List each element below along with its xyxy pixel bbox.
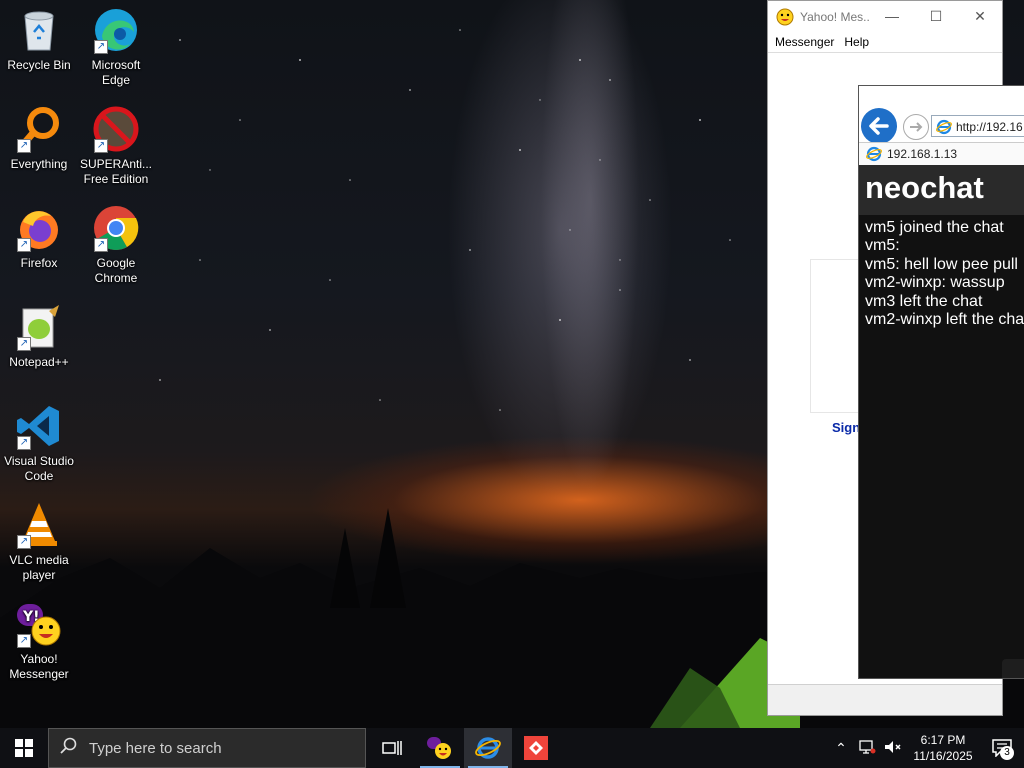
desktop-icon-label: Recycle Bin [7, 58, 71, 72]
desktop-icon-label: SUPERAnti... Free Edition [79, 157, 153, 186]
back-arrow-icon [869, 117, 889, 135]
desktop-icon-label: Yahoo! Messenger [9, 652, 69, 681]
chat-message: vm2-winxp left the cha [865, 311, 1024, 329]
tab-title: 192.168.1.13 [887, 147, 958, 161]
desktop-icon-label: Google Chrome [94, 256, 138, 285]
sign-in-link[interactable]: Sign [832, 420, 860, 435]
tab-strip: 192.168.1.13 [859, 142, 1024, 166]
volume-muted-icon[interactable] [880, 739, 906, 758]
search-placeholder: Type here to search [89, 739, 222, 757]
ie-icon [475, 737, 501, 759]
window-footer [768, 684, 1002, 715]
neochat-page: neochat vm5 joined the chat vm5: vm5: he… [859, 165, 1024, 678]
desktop-icon-superantispyware[interactable]: ↗ SUPERAnti... Free Edition [78, 105, 154, 187]
taskbar-yahoo-messenger[interactable] [416, 728, 464, 768]
desktop-icon-label: Everything [10, 157, 68, 171]
yahoo-messenger-icon [427, 737, 451, 759]
browser-navbar: http://192.16 [859, 86, 1024, 144]
clock-time: 6:17 PM [920, 733, 966, 747]
address-text: http://192.16 [956, 120, 1023, 134]
desktop-icon-recycle-bin[interactable]: Recycle Bin [1, 6, 77, 73]
desktop-icon-firefox[interactable]: ↗ Firefox [1, 204, 77, 271]
clock-date: 11/16/2025 [913, 749, 973, 763]
recycle-bin-icon [24, 11, 54, 51]
chat-message: vm5 joined the chat [865, 219, 1004, 236]
menu-help[interactable]: Help [839, 35, 874, 49]
internet-explorer-window[interactable]: http://192.16 192.168.1.13 neochat vm5 j… [858, 85, 1024, 679]
task-view-icon [382, 741, 402, 755]
action-center-button[interactable]: 3 [980, 728, 1024, 768]
back-button[interactable] [861, 108, 897, 144]
taskbar: Type here to search ⌃ 6:17 PM 11/16/2025 [0, 728, 1024, 768]
chat-message: vm2-winxp: wassup [865, 274, 1005, 292]
taskbar-internet-explorer[interactable] [464, 728, 512, 768]
anydesk-icon [524, 736, 548, 760]
forward-arrow-icon [910, 122, 923, 132]
desktop-icon-yahoo-messenger[interactable]: Y! ↗ Yahoo! Messenger [1, 600, 77, 682]
maximize-button[interactable]: ☐ [914, 1, 958, 32]
menu-bar: Messenger Help [768, 32, 1002, 53]
forward-button[interactable] [903, 114, 929, 140]
address-bar[interactable]: http://192.16 [931, 115, 1024, 137]
browser-tab[interactable]: 192.168.1.13 [861, 143, 1024, 165]
window-title: Yahoo! Mes... [800, 9, 870, 24]
clock[interactable]: 6:17 PM 11/16/2025 [906, 732, 980, 764]
desktop-icon-notepadpp[interactable]: ↗ Notepad++ [1, 303, 77, 370]
ie-icon [936, 119, 952, 135]
page-title: neochat [859, 165, 1024, 215]
desktop-icon-label: Microsoft Edge [91, 58, 141, 87]
desktop-icon-vlc[interactable]: ↗ VLC media player [1, 501, 77, 583]
chat-message: vm5: hell low pee pull [865, 255, 1018, 273]
chevron-up-icon[interactable]: ⌃ [828, 740, 854, 757]
desktop-icon-label: VLC media player [9, 553, 69, 582]
ie-icon [866, 146, 882, 162]
chat-message: vm5: [865, 237, 900, 255]
search-icon [49, 737, 89, 759]
desktop-icon-everything[interactable]: ↗ Everything [1, 105, 77, 172]
desktop-icon-google-chrome[interactable]: ↗ Google Chrome [78, 204, 154, 286]
desktop-icon-microsoft-edge[interactable]: ↗ Microsoft Edge [78, 6, 154, 88]
close-button[interactable]: ✕ [958, 1, 1002, 32]
chat-input-panel[interactable] [1002, 659, 1024, 678]
taskbar-anydesk[interactable] [512, 728, 560, 768]
menu-messenger[interactable]: Messenger [770, 35, 839, 49]
minimize-button[interactable]: — [870, 1, 914, 32]
system-tray: ⌃ 6:17 PM 11/16/2025 3 [828, 728, 1024, 768]
desktop-icon-label: Notepad++ [9, 355, 69, 369]
chat-message: vm3 left the chat [865, 292, 983, 310]
notification-count-badge: 3 [1000, 746, 1014, 760]
task-view-button[interactable] [368, 728, 416, 768]
window-titlebar[interactable]: Yahoo! Mes... — ☐ ✕ [768, 1, 1002, 32]
windows-logo-icon [15, 739, 33, 757]
search-box[interactable]: Type here to search [48, 728, 366, 768]
yahoo-smiley-icon [776, 8, 794, 25]
network-icon[interactable] [854, 739, 880, 758]
desktop-icon-vscode[interactable]: ↗ Visual Studio Code [1, 402, 77, 484]
chat-messages: vm5 joined the chat vm5: vm5: hell low p… [859, 215, 1024, 329]
desktop-icon-label: Firefox [20, 256, 58, 270]
start-button[interactable] [0, 728, 48, 768]
desktop-icon-label: Visual Studio Code [4, 454, 74, 483]
